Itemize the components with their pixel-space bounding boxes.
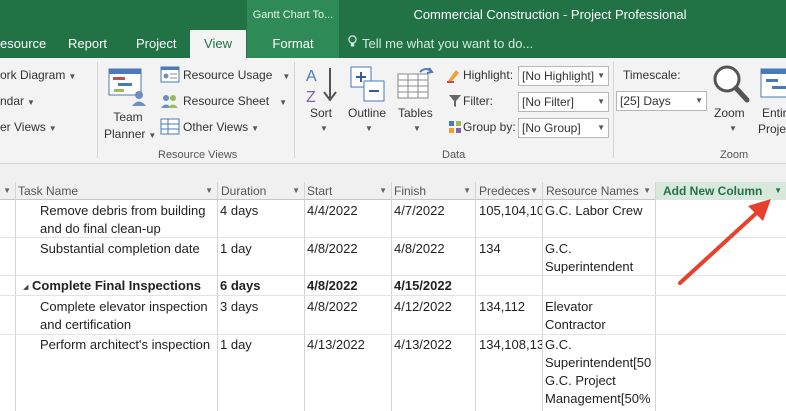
project-window: Gantt Chart To... Commercial Constructio… bbox=[0, 0, 786, 411]
red-arrow-annotation bbox=[678, 199, 771, 285]
